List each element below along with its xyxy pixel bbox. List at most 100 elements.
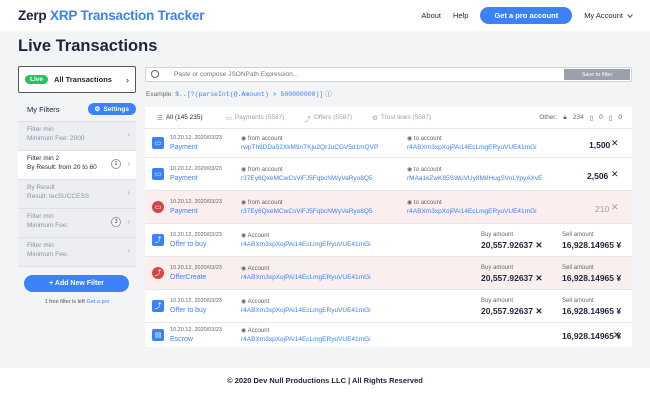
to-account[interactable]: rMAa1kZwK85SWuVUy8M8HugSVoLYpyAXvE <box>407 175 542 182</box>
filter-desc: Minimum Fee: 2000 <box>27 135 85 142</box>
nav-help[interactable]: Help <box>453 11 468 20</box>
tx-date: 10.20.12, 2020/03/23 <box>170 232 222 238</box>
col-label: from account <box>247 200 283 206</box>
account-label: My Account <box>584 11 623 20</box>
account-value[interactable]: r4ABXm3xpXojPAi14EcLmgERyuVUE41mGi <box>241 241 371 248</box>
payment-icon: ▭ <box>152 168 164 180</box>
tab-all[interactable]: ☰ All (145 235) <box>157 114 206 122</box>
tab-label: Trust lines (5587) <box>380 114 432 121</box>
all-transactions-button[interactable]: Live All Transactions › <box>18 66 136 93</box>
tx-type: Offer to buy <box>170 241 207 248</box>
from-account[interactable]: r37Ey6QxeMCwCsViFJ5FqbcNWyVaRyo8Q5 <box>241 175 373 182</box>
doc-icon[interactable]: ▯ <box>590 114 594 122</box>
other-count: 0 <box>618 114 622 121</box>
col-label: to account <box>413 200 442 206</box>
transaction-row[interactable]: ▭ 10.20.12, 2020/03/23 Payment ◉ from ac… <box>145 191 632 224</box>
filter-desc: Minimum Fee: <box>27 251 69 258</box>
col-label: to account <box>413 167 442 173</box>
xrp-icon: ✕ <box>611 169 619 179</box>
jsonpath-input[interactable] <box>174 71 554 78</box>
tab-label: Payments (5587) <box>234 114 285 121</box>
tx-amount: 2,506 <box>587 171 609 181</box>
account-menu[interactable]: My Account <box>584 11 633 20</box>
buy-value: 20,557.92637 <box>481 273 533 283</box>
other-label: Other: <box>539 114 558 121</box>
xrp-icon: ✕ <box>611 138 619 148</box>
add-filter-button[interactable]: + Add New Filter <box>24 275 129 292</box>
save-to-filter-button[interactable]: Save to filter <box>564 69 630 80</box>
to-account[interactable]: r4ABXm3xpXojPAi14EcLmgERyuVUE41mGi <box>407 144 537 151</box>
other-count: 0 <box>599 114 603 121</box>
account-label: ◉ Account <box>241 265 269 272</box>
from-account[interactable]: rwpTh9DDa52XkM9nTKju2QrJuCGV5d1mQVP <box>241 144 378 151</box>
buy-value: 20,557.92637 <box>481 240 533 250</box>
filter-item[interactable]: Filter min Minimum Fee: 2000 › <box>18 122 136 151</box>
my-filters-title: My Filters <box>27 104 60 114</box>
filter-item[interactable]: Filter min Minimum Fee: 3 › <box>18 209 136 238</box>
from-label: ◉ from account <box>241 166 283 173</box>
sell-label: Sell amount <box>562 298 594 304</box>
sell-label: Sell amount <box>562 265 594 271</box>
account-value[interactable]: r4ABXm3xpXojPAi14EcLmgERyuVUE41mGi <box>241 274 371 281</box>
transactions-panel: ☰ All (145 235) ▭ Payments (5587) ⤴ Offers … <box>145 107 632 347</box>
transaction-row[interactable]: ⤴ 10.20.12, 2020/03/23 Offer to buy ◉ Ac… <box>145 224 632 257</box>
example-line: Example: $..[?(parseInt(@.Amount) > 50000… <box>146 88 332 98</box>
user-icon: ◉ <box>407 136 413 142</box>
buy-amount: 20,557.92637 ✕ <box>481 240 543 250</box>
to-label: ◉ to account <box>407 199 442 206</box>
transaction-row[interactable]: ⤴ 10.20.12, 2020/03/23 OfferCreate ◉ Acc… <box>145 257 632 290</box>
account-label: ◉ Account <box>241 327 269 334</box>
tab-offers[interactable]: ⤴ Offers (5587) <box>304 113 352 123</box>
user-icon: ◉ <box>407 200 413 206</box>
example-code[interactable]: $..[?(parseInt(@.Amount) > 500000000)] <box>175 91 323 98</box>
top-bar: Zerp XRP Transaction Tracker About Help … <box>0 0 650 31</box>
filter-item[interactable]: Filter min Minimum Fee: › <box>18 238 136 267</box>
user-icon: ◉ <box>241 167 247 173</box>
chevron-right-icon: › <box>127 188 130 197</box>
get-pro-button[interactable]: Get a pro account <box>480 7 573 24</box>
other-count: 234 <box>572 114 584 121</box>
tab-label: All (145 235) <box>165 114 203 121</box>
user-icon: ◉ <box>241 266 247 272</box>
transaction-row[interactable]: ⤴ 10.20.12, 2020/03/23 Offer to buy ◉ Ac… <box>145 290 632 323</box>
filter-list: Filter min Minimum Fee: 2000 › Filter min … <box>18 121 136 267</box>
gear-icon: ⚙ <box>372 114 378 122</box>
nav-about[interactable]: About <box>421 11 441 20</box>
tx-amount: 1,500 <box>589 140 611 150</box>
tx-date: 10.20.12, 2020/03/23 <box>170 298 222 304</box>
help-icon[interactable]: ⓘ <box>325 91 332 98</box>
filter-item[interactable]: By Result Result: tecSUCCESS › <box>18 180 136 209</box>
col-label: from account <box>247 167 283 173</box>
live-badge: Live <box>25 75 49 84</box>
doc-icon[interactable]: ▯ <box>609 114 613 122</box>
buy-value: 20,557.92637 <box>481 306 533 316</box>
settings-button[interactable]: ⚙ Settings <box>87 103 136 115</box>
top-nav: About Help Get a pro account My Account <box>421 7 633 24</box>
buy-label: Buy amount <box>481 298 514 304</box>
logo[interactable]: Zerp XRP Transaction Tracker <box>18 8 204 23</box>
tab-trust-lines[interactable]: ⚙ Trust lines (5587) <box>372 114 431 122</box>
transaction-row[interactable]: ▭ 10.20.12, 2020/03/23 Payment ◉ from ac… <box>145 129 632 158</box>
filter-item[interactable]: Filter min 2 By Result: from 20 to 60 1 › <box>18 151 136 180</box>
buy-label: Buy amount <box>481 265 514 271</box>
account-value[interactable]: r4ABXm3xpXojPAi14EcLmgERyuVUE41mGi <box>241 307 371 314</box>
note-text: 1 free filter is left <box>44 299 85 305</box>
from-account[interactable]: r37Ey6QxeMCwCsViFJ5FqbcNWyVaRyo8Q5 <box>241 208 373 215</box>
from-label: ◉ from account <box>241 199 283 206</box>
user-icon: ◉ <box>241 200 247 206</box>
col-label: Account <box>247 299 270 305</box>
chevron-right-icon: › <box>126 74 129 85</box>
transaction-row[interactable]: ▤ 10.20.12, 2020/03/23 Escrow ◉ Account … <box>145 323 632 347</box>
filter-name: By Result <box>27 184 55 191</box>
col-label: Account <box>247 233 270 239</box>
tab-payments[interactable]: ▭ Payments (5587) <box>226 114 285 122</box>
lock-icon[interactable]: 🔒︎ <box>563 114 566 122</box>
account-value[interactable]: r4ABXm3xpXojPAi14EcLmgERyuVUE41mGi <box>241 336 371 343</box>
transaction-row[interactable]: ▭ 10.20.12, 2020/03/23 Payment ◉ from ac… <box>145 158 632 191</box>
payment-icon: ▭ <box>152 137 164 149</box>
get-pro-link[interactable]: Get a pro <box>86 299 109 305</box>
chevron-right-icon: › <box>127 159 130 168</box>
col-label: Account <box>247 328 270 334</box>
to-account[interactable]: r4ABXm3xpXojPAi14EcLmgERyuVUE41mGi <box>407 208 537 215</box>
filter-name: Filter min <box>27 242 54 249</box>
